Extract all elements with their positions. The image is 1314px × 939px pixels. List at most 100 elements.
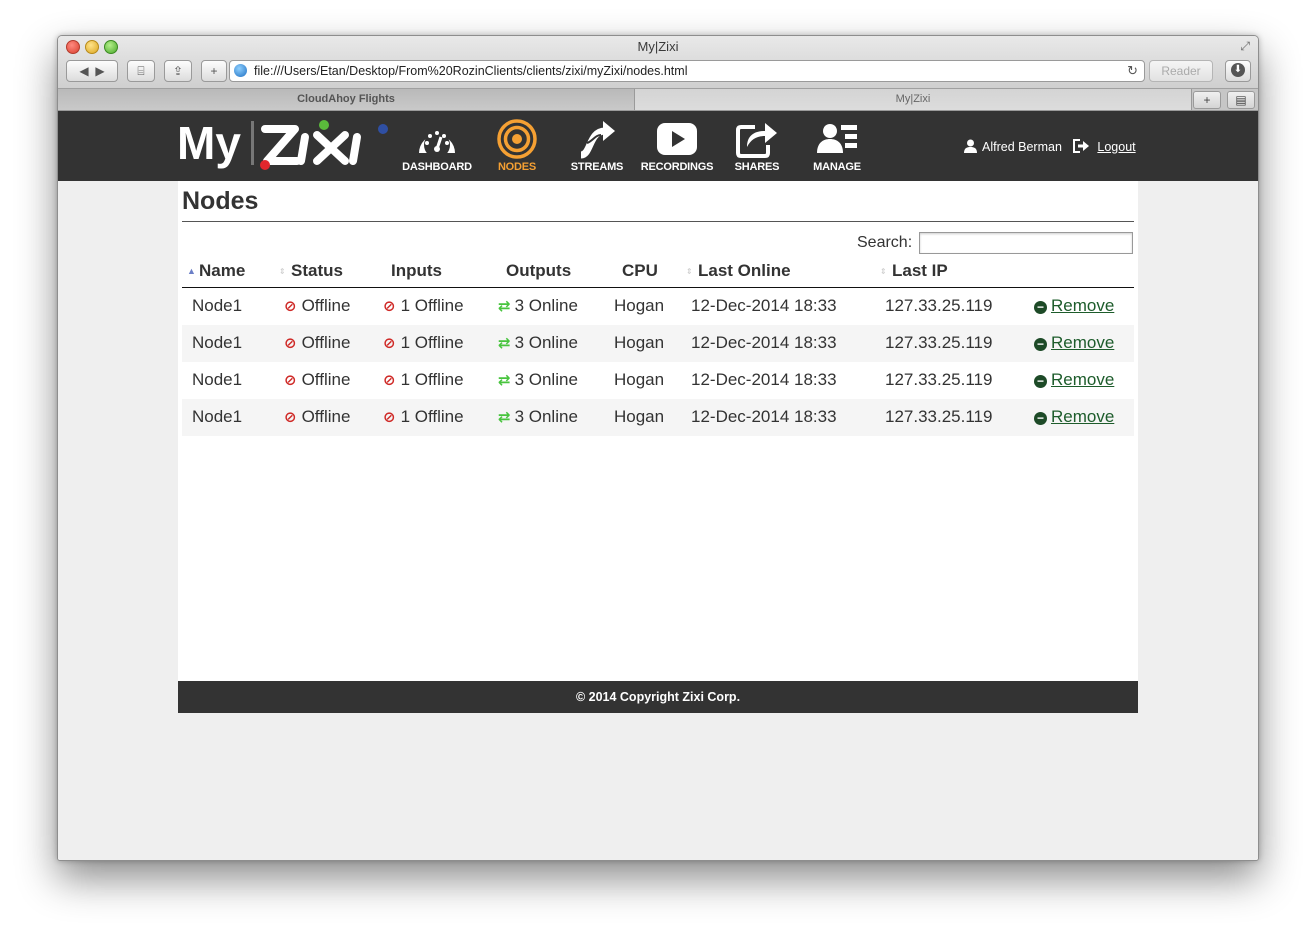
streams-arrow-icon (579, 121, 615, 159)
reload-icon[interactable]: ↻ (1127, 61, 1138, 81)
forward-icon[interactable]: ▶ (95, 64, 104, 78)
column-label: Name (199, 261, 246, 280)
inputs-text: 1 Offline (400, 296, 464, 315)
logout-link[interactable]: Logout (1097, 140, 1135, 154)
column-header-last-online[interactable]: ⇕ Last Online (686, 261, 791, 281)
user-name: Alfred Berman (982, 140, 1062, 154)
status-text: Offline (301, 407, 351, 426)
sort-both-icon: ⇕ (279, 267, 286, 276)
page-footer: © 2014 Copyright Zixi Corp. (178, 681, 1138, 713)
cpu-cell: Hogan (614, 333, 665, 352)
table-row: Node1 ⊘ Offline ⊘ 1 Offline ⇄ 3 Online Hoga… (182, 325, 1134, 362)
download-icon: ⬇ (1231, 63, 1245, 77)
offline-icon: ⊘ (383, 409, 396, 426)
status-text: Offline (301, 370, 351, 389)
nav-dashboard[interactable]: DASHBOARD (397, 119, 477, 173)
back-forward-buttons[interactable]: ◀ ▶ (66, 60, 118, 82)
myzixi-logo[interactable]: My (177, 115, 392, 171)
nav-label: SHARES (734, 161, 780, 173)
bookmarks-button[interactable]: ⌸ (127, 60, 155, 82)
inputs-cell: ⊘ 1 Offline (383, 370, 464, 390)
tab-cloudahoy[interactable]: CloudAhoy Flights (58, 89, 635, 110)
last-ip-cell: 127.33.25.119 (885, 296, 993, 315)
add-bookmark-button[interactable]: + (201, 60, 227, 82)
address-bar[interactable]: file:///Users/Etan/Desktop/From%20RozinC… (229, 60, 1145, 82)
url-text[interactable]: file:///Users/Etan/Desktop/From%20RozinC… (254, 61, 687, 81)
remove-label[interactable]: Remove (1051, 333, 1114, 352)
outputs-cell: ⇄ 3 Online (498, 296, 578, 316)
remove-link[interactable]: − Remove (1034, 370, 1114, 390)
downloads-button[interactable]: ⬇ (1225, 60, 1251, 82)
column-label: Last Online (698, 261, 791, 280)
column-label: Inputs (391, 261, 442, 280)
remove-link[interactable]: − Remove (1034, 407, 1114, 427)
column-header-inputs: Inputs (391, 261, 442, 281)
plus-icon: + (210, 64, 218, 78)
nav-label: MANAGE (813, 161, 861, 173)
page-viewport: My DASHBOARD NODES STREAMS RECORDINGS SH… (58, 111, 1258, 860)
status-cell: ⊘ Offline (284, 407, 350, 427)
reader-button[interactable]: Reader (1149, 60, 1213, 82)
browser-toolbar: My|Zixi ⤢ ◀ ▶ ⌸ ⇪ + file:///Users/Etan/D… (58, 36, 1258, 89)
nav-streams[interactable]: STREAMS (557, 119, 637, 173)
table-row: Node1 ⊘ Offline ⊘ 1 Offline ⇄ 3 Online Hoga… (182, 362, 1134, 399)
remove-link[interactable]: − Remove (1034, 296, 1114, 316)
nav-shares[interactable]: SHARES (717, 119, 797, 173)
offline-icon: ⊘ (383, 372, 396, 389)
last-ip-cell: 127.33.25.119 (885, 333, 993, 352)
outputs-cell: ⇄ 3 Online (498, 370, 578, 390)
tab-overview-button[interactable]: ▤ (1227, 91, 1255, 109)
outputs-text: 3 Online (514, 296, 578, 315)
column-header-status[interactable]: ⇕ Status (279, 261, 343, 281)
last-ip-cell: 127.33.25.119 (885, 407, 993, 426)
last-online-cell: 12-Dec-2014 18:33 (691, 407, 837, 426)
last-ip-cell: 127.33.25.119 (885, 370, 993, 389)
nav-recordings[interactable]: RECORDINGS (637, 119, 717, 173)
nav-nodes[interactable]: NODES (477, 119, 557, 173)
status-cell: ⊘ Offline (284, 333, 350, 353)
node-name: Node1 (192, 370, 243, 389)
tab-myzixi[interactable]: My|Zixi (635, 89, 1192, 110)
cpu-cell: Hogan (614, 407, 665, 426)
users-icon (817, 124, 857, 153)
column-label: CPU (622, 261, 658, 280)
minus-circle-icon: − (1034, 375, 1047, 388)
back-icon[interactable]: ◀ (79, 64, 88, 78)
tab-overview-icon: ▤ (1235, 93, 1247, 107)
remove-link[interactable]: − Remove (1034, 333, 1114, 353)
remove-label[interactable]: Remove (1051, 407, 1114, 426)
exchange-arrows-icon: ⇄ (498, 372, 511, 389)
globe-icon (234, 64, 247, 77)
offline-icon: ⊘ (383, 335, 396, 352)
column-label: Outputs (506, 261, 572, 280)
nav-manage[interactable]: MANAGE (797, 119, 877, 173)
offline-icon: ⊘ (284, 298, 297, 315)
offline-icon: ⊘ (284, 335, 297, 352)
remove-label[interactable]: Remove (1051, 296, 1114, 315)
search-input[interactable] (919, 232, 1133, 254)
new-tab-button[interactable]: + (1193, 91, 1221, 109)
outputs-cell: ⇄ 3 Online (498, 407, 578, 427)
nav-label: RECORDINGS (640, 161, 714, 173)
status-text: Offline (301, 333, 351, 352)
user-icon (964, 139, 977, 153)
share-icon (736, 123, 777, 158)
inputs-text: 1 Offline (400, 370, 464, 389)
user-menu: Alfred Berman Logout (964, 139, 1136, 154)
target-icon (497, 119, 537, 159)
share-page-button[interactable]: ⇪ (164, 60, 192, 82)
remove-label[interactable]: Remove (1051, 370, 1114, 389)
logout-icon[interactable] (1073, 139, 1090, 153)
inputs-cell: ⊘ 1 Offline (383, 333, 464, 353)
page-title: Nodes (182, 187, 259, 215)
share-page-icon: ⇪ (172, 64, 184, 78)
inputs-text: 1 Offline (400, 407, 464, 426)
column-header-last-ip[interactable]: ⇕ Last IP (880, 261, 948, 281)
fullscreen-icon[interactable]: ⤢ (1240, 39, 1250, 54)
minus-circle-icon: − (1034, 412, 1047, 425)
plus-icon: + (1203, 93, 1211, 107)
column-header-cpu: CPU (622, 261, 658, 281)
app-header: My DASHBOARD NODES STREAMS RECORDINGS SH… (58, 111, 1258, 181)
column-header-name[interactable]: ▲ Name (187, 261, 245, 281)
inputs-text: 1 Offline (400, 333, 464, 352)
